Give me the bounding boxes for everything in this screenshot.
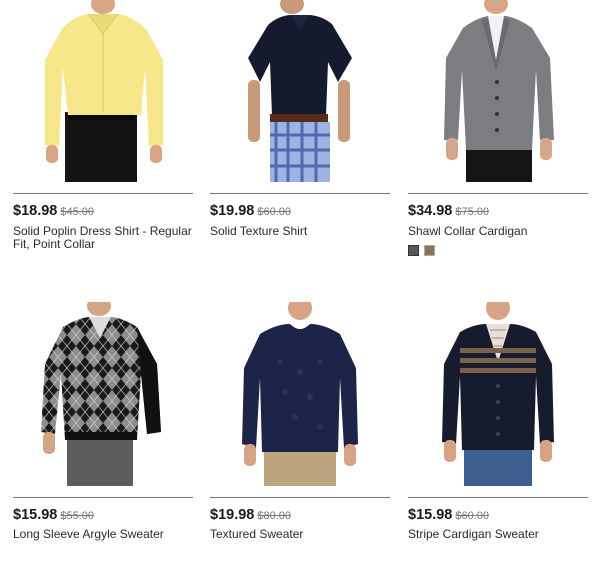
price-row: $19.98 $80.00 bbox=[210, 506, 291, 523]
original-price: $60.00 bbox=[257, 206, 292, 218]
sale-price: $34.98 bbox=[408, 203, 453, 219]
product-title[interactable]: Textured Sweater bbox=[210, 528, 395, 541]
divider bbox=[13, 497, 193, 498]
original-price: $60.00 bbox=[455, 510, 490, 522]
divider bbox=[408, 193, 588, 194]
sale-price: $15.98 bbox=[13, 507, 58, 523]
divider bbox=[210, 497, 390, 498]
gray-shawl-cardigan-photo[interactable] bbox=[408, 0, 588, 182]
original-price: $80.00 bbox=[257, 510, 292, 522]
navy-textured-sweater-photo[interactable] bbox=[210, 302, 390, 486]
original-price: $75.00 bbox=[455, 206, 490, 218]
price-row: $34.98 $75.00 bbox=[408, 202, 489, 219]
sale-price: $18.98 bbox=[13, 203, 58, 219]
product-title[interactable]: Long Sleeve Argyle Sweater bbox=[13, 528, 198, 541]
price-row: $19.98 $60.00 bbox=[210, 202, 291, 219]
sale-price: $19.98 bbox=[210, 203, 255, 219]
product-title[interactable]: Solid Texture Shirt bbox=[210, 225, 395, 238]
original-price: $55.00 bbox=[60, 510, 95, 522]
divider bbox=[210, 193, 390, 194]
product-grid: $18.98 $45.00 Solid Poplin Dress Shirt - … bbox=[0, 0, 600, 561]
product-title[interactable]: Shawl Collar Cardigan bbox=[408, 225, 593, 238]
price-row: $18.98 $45.00 bbox=[13, 202, 94, 219]
stripe-cardigan-photo[interactable] bbox=[408, 302, 588, 486]
color-swatches bbox=[408, 245, 435, 256]
navy-polo-shirt-photo[interactable] bbox=[210, 0, 390, 182]
product-title[interactable]: Solid Poplin Dress Shirt - Regular Fit, … bbox=[13, 225, 198, 250]
price-row: $15.98 $60.00 bbox=[408, 506, 489, 523]
swatch-brown[interactable] bbox=[424, 245, 435, 256]
original-price: $45.00 bbox=[60, 206, 95, 218]
price-row: $15.98 $55.00 bbox=[13, 506, 94, 523]
divider bbox=[408, 497, 588, 498]
product-title[interactable]: Stripe Cardigan Sweater bbox=[408, 528, 593, 541]
sale-price: $15.98 bbox=[408, 507, 453, 523]
sale-price: $19.98 bbox=[210, 507, 255, 523]
swatch-gray[interactable] bbox=[408, 245, 419, 256]
argyle-sweater-photo[interactable] bbox=[13, 302, 193, 486]
yellow-dress-shirt-photo[interactable] bbox=[13, 0, 193, 182]
divider bbox=[13, 193, 193, 194]
